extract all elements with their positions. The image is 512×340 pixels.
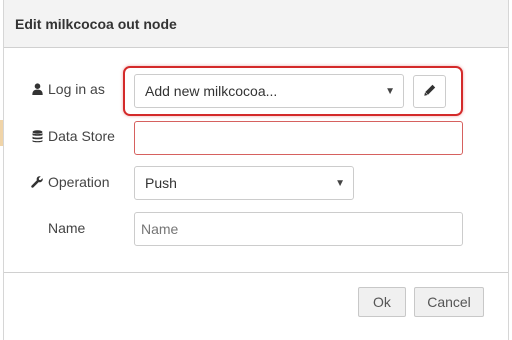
operation-select-value: Push	[145, 175, 177, 191]
login-select[interactable]: Add new milkcocoa... ▼	[134, 74, 404, 108]
edit-config-button[interactable]	[413, 75, 446, 108]
dialog-footer: Ok Cancel	[4, 272, 508, 340]
dialog-titlebar: Edit milkcocoa out node	[4, 0, 508, 48]
login-label: Log in as	[30, 81, 105, 97]
pencil-icon	[423, 83, 436, 101]
edit-node-dialog: Edit milkcocoa out node Log in as Add ne…	[3, 0, 509, 340]
name-label: Name	[48, 220, 85, 236]
wrench-icon	[30, 175, 44, 189]
operation-select[interactable]: Push ▼	[134, 166, 354, 200]
ok-button[interactable]: Ok	[358, 287, 406, 317]
datastore-label: Data Store	[30, 128, 115, 144]
cancel-button[interactable]: Cancel	[414, 287, 484, 317]
database-icon	[30, 129, 44, 143]
chevron-down-icon: ▼	[335, 178, 345, 189]
dialog-title: Edit milkcocoa out node	[15, 15, 177, 32]
login-select-value: Add new milkcocoa...	[145, 83, 278, 99]
name-input[interactable]	[135, 213, 462, 245]
user-icon	[30, 82, 44, 96]
datastore-input[interactable]	[134, 121, 463, 155]
login-label-text: Log in as	[48, 81, 105, 97]
name-label-text: Name	[48, 220, 86, 236]
operation-label: Operation	[30, 174, 109, 190]
operation-label-text: Operation	[48, 174, 110, 190]
name-field-wrap	[134, 212, 463, 246]
chevron-down-icon: ▼	[385, 86, 395, 97]
datastore-label-text: Data Store	[48, 128, 115, 144]
